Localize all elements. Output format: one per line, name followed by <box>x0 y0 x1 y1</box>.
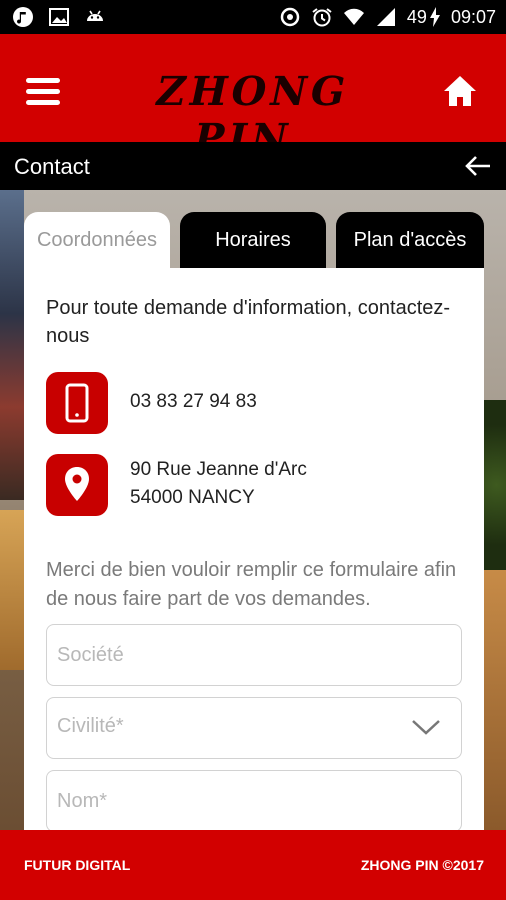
tab-bar: Coordonnées Horaires Plan d'accès <box>24 212 484 270</box>
chevron-down-icon <box>412 720 440 735</box>
background-shelf <box>0 510 24 670</box>
map-button[interactable] <box>46 454 108 516</box>
background-poster <box>0 190 24 500</box>
app-header: ZHONG PIN <box>0 34 506 162</box>
contact-intro: Pour toute demande d'information, contac… <box>46 297 451 347</box>
alarm-icon <box>312 8 332 27</box>
wifi-icon <box>343 8 364 25</box>
clock: 09:07 <box>450 6 496 27</box>
hamburger-menu-icon[interactable] <box>26 78 60 105</box>
nom-field-wrapper <box>46 770 462 832</box>
arrow-left-icon[interactable] <box>464 154 492 178</box>
signal-icon <box>376 8 395 26</box>
phone-icon <box>65 383 89 423</box>
status-bar: 49 09:07 <box>0 0 506 34</box>
phone-number[interactable]: 03 83 27 94 83 <box>130 388 257 416</box>
background-floor <box>482 570 506 830</box>
battery-percent: 49 <box>406 6 427 27</box>
address-street: 90 Rue Jeanne d'Arc <box>130 459 307 480</box>
phone-button[interactable] <box>46 372 108 434</box>
location-pin-icon <box>65 467 89 501</box>
address: 90 Rue Jeanne d'Arc 54000 NANCY <box>130 456 307 512</box>
address-city: 54000 NANCY <box>130 487 255 508</box>
page-title: Contact <box>14 154 90 179</box>
societe-input[interactable] <box>47 625 461 685</box>
footer: FUTUR DIGITAL ZHONG PIN ©2017 <box>0 830 506 900</box>
societe-field-wrapper <box>46 624 462 686</box>
contact-card: Pour toute demande d'information, contac… <box>24 268 484 832</box>
data-saver-icon <box>280 7 300 27</box>
image-icon <box>49 8 69 26</box>
android-icon <box>87 10 103 21</box>
background-plant <box>482 400 506 570</box>
civilite-select[interactable]: Civilité* <box>46 697 462 759</box>
civilite-value: Civilité* <box>57 715 124 737</box>
title-bar: Contact <box>0 142 506 190</box>
home-icon[interactable] <box>442 74 478 108</box>
footer-credit[interactable]: FUTUR DIGITAL <box>24 857 130 873</box>
battery-charging-icon <box>429 7 440 27</box>
form-intro: Merci de bien vouloir remplir ce formula… <box>46 559 457 610</box>
nom-input[interactable] <box>47 771 461 831</box>
brand-logo: ZHONG PIN <box>151 68 354 162</box>
footer-copyright: ZHONG PIN ©2017 <box>360 857 484 873</box>
tab-plan-acces[interactable]: Plan d'accès <box>336 212 484 270</box>
tab-coordonnees[interactable]: Coordonnées <box>24 212 170 270</box>
tab-horaires[interactable]: Horaires <box>180 212 326 270</box>
music-icon <box>13 7 33 27</box>
